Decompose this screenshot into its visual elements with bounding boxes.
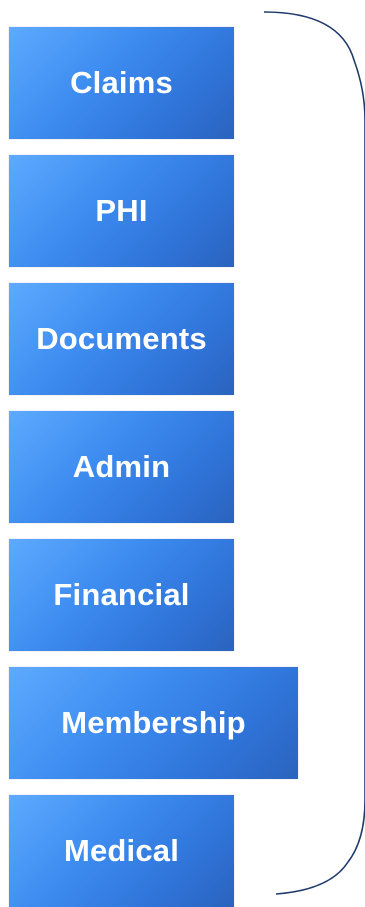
- category-label: Admin: [72, 449, 171, 484]
- category-box-phi: PHI: [9, 155, 234, 267]
- category-label: Membership: [61, 705, 246, 740]
- category-box-financial: Financial: [9, 539, 234, 651]
- category-label: Claims: [70, 65, 173, 100]
- category-label: Financial: [53, 577, 190, 612]
- category-box-claims: Claims: [9, 27, 234, 139]
- category-label: Medical: [63, 833, 180, 868]
- category-label: PHI: [95, 193, 148, 228]
- category-box-medical: Medical: [9, 795, 234, 907]
- category-box-admin: Admin: [9, 411, 234, 523]
- category-box-documents: Documents: [9, 283, 234, 395]
- category-box-membership: Membership: [9, 667, 298, 779]
- category-label: Documents: [36, 321, 207, 356]
